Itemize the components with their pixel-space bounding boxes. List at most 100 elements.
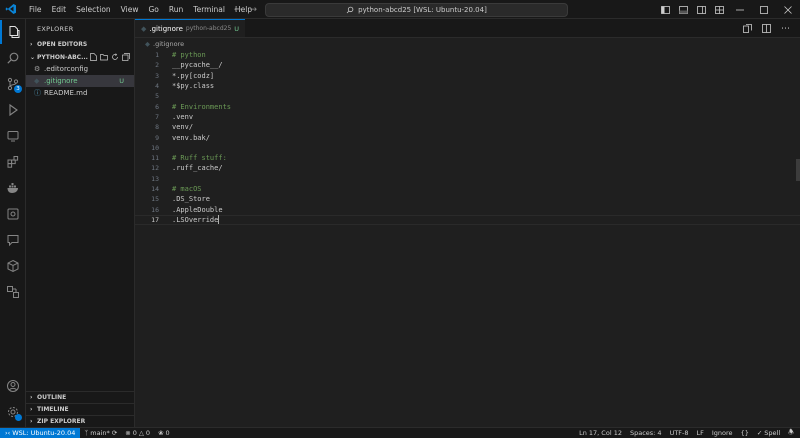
more-actions-icon[interactable]: ⋯ xyxy=(781,24,790,34)
language-mode[interactable]: Ignore xyxy=(708,429,737,437)
code-line[interactable]: 13 xyxy=(135,174,800,184)
branch-indicator[interactable]: ᛉ main* ⟳ xyxy=(80,429,121,437)
menu-edit[interactable]: Edit xyxy=(47,0,72,19)
split-editor-icon[interactable] xyxy=(762,24,771,33)
line-text: .DS_Store xyxy=(172,195,210,204)
remote-explorer-icon[interactable] xyxy=(0,124,26,148)
untracked-status: U xyxy=(119,77,124,85)
warning-icon: △ xyxy=(138,429,144,437)
search-view-icon[interactable] xyxy=(0,46,26,70)
end-of-line[interactable]: LF xyxy=(693,429,708,437)
maximize-icon[interactable] xyxy=(752,0,776,19)
zip-explorer-label: ZIP EXPLORER xyxy=(37,417,86,425)
ports-indicator[interactable]: ❀ 0 xyxy=(154,429,174,437)
file-item-readme[interactable]: ⓘ README.md xyxy=(26,87,134,99)
menu-bar: File Edit Selection View Go Run Terminal… xyxy=(24,0,257,19)
line-number: 2 xyxy=(155,61,159,70)
code-line[interactable]: 2 __pycache__/ xyxy=(135,60,800,70)
indentation[interactable]: Spaces: 4 xyxy=(626,429,666,437)
account-icon[interactable] xyxy=(0,374,26,398)
file-item-editorconfig[interactable]: ⚙ .editorconfig xyxy=(26,63,134,75)
toggle-panel-icon[interactable] xyxy=(679,5,688,14)
toggle-sidebar-icon[interactable] xyxy=(661,5,670,14)
open-editors-section[interactable]: › OPEN EDITORS xyxy=(26,39,134,51)
git-icon: ◆ xyxy=(145,40,150,48)
remote-label: WSL: Ubuntu-20.04 xyxy=(12,429,76,437)
code-line[interactable]: 1 # python xyxy=(135,50,800,60)
minimize-icon[interactable] xyxy=(728,0,752,19)
line-text: *.py[codz] xyxy=(172,71,215,80)
extensions-icon[interactable] xyxy=(0,150,26,174)
code-line[interactable]: 3 *.py[codz] xyxy=(135,71,800,81)
chat-icon[interactable] xyxy=(0,228,26,252)
code-line[interactable]: 8 venv/ xyxy=(135,122,800,132)
code-lines[interactable]: 1 # python 2 __pycache__/ 3 *.py[codz] 4 *$py.c… xyxy=(135,50,800,225)
spell-indicator[interactable]: ✓ Spell xyxy=(753,429,784,437)
code-line[interactable]: 6 # Environments xyxy=(135,101,800,111)
problems-indicator[interactable]: ⊗ 0 △ 0 xyxy=(121,429,154,437)
sidebar-bottom-sections: › OUTLINE › TIMELINE › ZIP EXPLORER xyxy=(26,391,134,427)
collapse-all-icon[interactable] xyxy=(122,53,130,61)
tab-bar: ◆ .gitignore python-abcd25 U xyxy=(135,19,800,38)
menu-go[interactable]: Go xyxy=(143,0,163,19)
code-line[interactable]: 9 venv.bak/ xyxy=(135,132,800,142)
outline-label: OUTLINE xyxy=(37,393,67,401)
zip-explorer-section[interactable]: › ZIP EXPLORER xyxy=(26,415,134,427)
scrollbar-thumb[interactable] xyxy=(796,159,800,181)
encoding[interactable]: UTF-8 xyxy=(666,429,693,437)
nav-arrows: ← → xyxy=(234,0,257,19)
line-number: 13 xyxy=(151,174,159,183)
code-line[interactable]: 16 .AppleDouble xyxy=(135,204,800,214)
open-changes-icon[interactable] xyxy=(743,24,752,33)
code-line[interactable]: 15 .DS_Store xyxy=(135,194,800,204)
notifications-bell-icon[interactable]: 🕭 xyxy=(784,428,800,438)
testing-icon[interactable] xyxy=(0,202,26,226)
tab-gitignore[interactable]: ◆ .gitignore python-abcd25 U xyxy=(135,19,246,37)
run-debug-icon[interactable] xyxy=(0,98,26,122)
line-text: .LSOverride xyxy=(172,215,219,224)
command-center[interactable]: python-abcd25 [WSL: Ubuntu-20.04] xyxy=(265,3,568,17)
docker-icon[interactable] xyxy=(0,176,26,200)
menu-run[interactable]: Run xyxy=(164,0,188,19)
code-line[interactable]: 7 .venv xyxy=(135,112,800,122)
breadcrumb[interactable]: ◆ .gitignore xyxy=(135,38,800,50)
settings-gear-icon[interactable] xyxy=(0,400,26,424)
menu-file[interactable]: File xyxy=(24,0,47,19)
line-number: 5 xyxy=(155,92,159,101)
branch-label: main* xyxy=(90,429,110,437)
line-text: .ruff_cache/ xyxy=(172,164,223,173)
code-line[interactable]: 14 # macOS xyxy=(135,184,800,194)
file-item-gitignore[interactable]: ◆ .gitignore U xyxy=(26,75,134,87)
sync-icon: ⟳ xyxy=(111,429,118,437)
outline-section[interactable]: › OUTLINE xyxy=(26,391,134,403)
back-arrow-icon[interactable]: ← xyxy=(234,5,242,15)
workspace-folder[interactable]: ⌄ PYTHON-ABC... xyxy=(26,51,134,63)
code-line[interactable]: 10 xyxy=(135,143,800,153)
menu-view[interactable]: View xyxy=(116,0,144,19)
layout-controls xyxy=(661,0,724,19)
status-right: Ln 17, Col 12 Spaces: 4 UTF-8 LF Ignore … xyxy=(575,428,800,438)
toggle-secondary-sidebar-icon[interactable] xyxy=(697,5,706,14)
new-file-icon[interactable] xyxy=(90,53,97,61)
menu-selection[interactable]: Selection xyxy=(71,0,116,19)
cursor-position[interactable]: Ln 17, Col 12 xyxy=(575,429,626,437)
code-line[interactable]: 5 xyxy=(135,91,800,101)
menu-terminal[interactable]: Terminal xyxy=(188,0,230,19)
cube-icon[interactable] xyxy=(0,254,26,278)
explorer-icon[interactable] xyxy=(0,20,26,44)
new-folder-icon[interactable] xyxy=(100,53,108,61)
remote-indicator[interactable]: ›‹ WSL: Ubuntu-20.04 xyxy=(0,427,81,438)
timeline-section[interactable]: › TIMELINE xyxy=(26,403,134,415)
code-line[interactable]: 12 .ruff_cache/ xyxy=(135,163,800,173)
forward-arrow-icon[interactable]: → xyxy=(250,5,258,15)
braces-icon[interactable]: {} xyxy=(737,429,753,437)
code-line[interactable]: 11 # Ruff stuff: xyxy=(135,153,800,163)
close-icon[interactable] xyxy=(776,0,800,19)
customize-layout-icon[interactable] xyxy=(715,5,724,14)
source-control-icon[interactable]: 3 xyxy=(0,72,26,96)
code-line[interactable]: 4 *$py.class xyxy=(135,81,800,91)
refresh-icon[interactable] xyxy=(111,53,119,61)
code-line[interactable]: 17 .LSOverride xyxy=(135,215,800,225)
folder-actions xyxy=(90,53,134,61)
diagram-icon[interactable] xyxy=(0,280,26,304)
